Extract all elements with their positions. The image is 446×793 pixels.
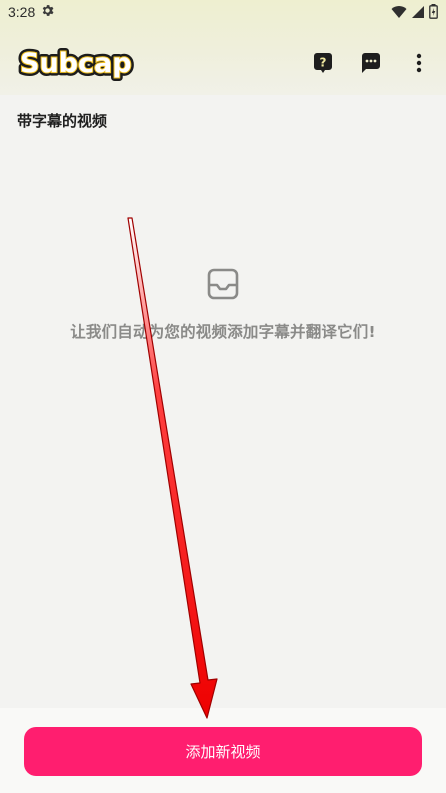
app-bar: Subcap Subcap ?	[0, 26, 446, 95]
wifi-icon	[391, 5, 407, 18]
system-icons	[391, 4, 438, 19]
battery-icon	[429, 4, 438, 19]
inbox-icon	[207, 268, 239, 300]
settings-gear-icon	[42, 5, 54, 16]
feedback-chat-icon	[362, 53, 380, 73]
help-button[interactable]: ?	[310, 50, 336, 76]
logo-text-highlight: Subcap	[20, 48, 132, 79]
section-title: 带字幕的视频	[17, 112, 108, 130]
status-bar: 3:28	[0, 0, 446, 26]
empty-state-message: 让我们自动为您的视频添加字幕并翻译它们!	[70, 323, 376, 341]
help-icon: ?	[314, 53, 332, 73]
signal-icon	[412, 5, 424, 18]
feedback-button[interactable]	[358, 50, 384, 76]
more-options-button[interactable]	[406, 50, 432, 76]
status-time: 3:28	[8, 4, 36, 20]
add-new-video-button[interactable]: 添加新视频	[24, 727, 422, 776]
more-vert-icon	[416, 53, 422, 73]
subcap-logo: Subcap Subcap	[17, 45, 136, 83]
help-glyph: ?	[320, 56, 327, 70]
